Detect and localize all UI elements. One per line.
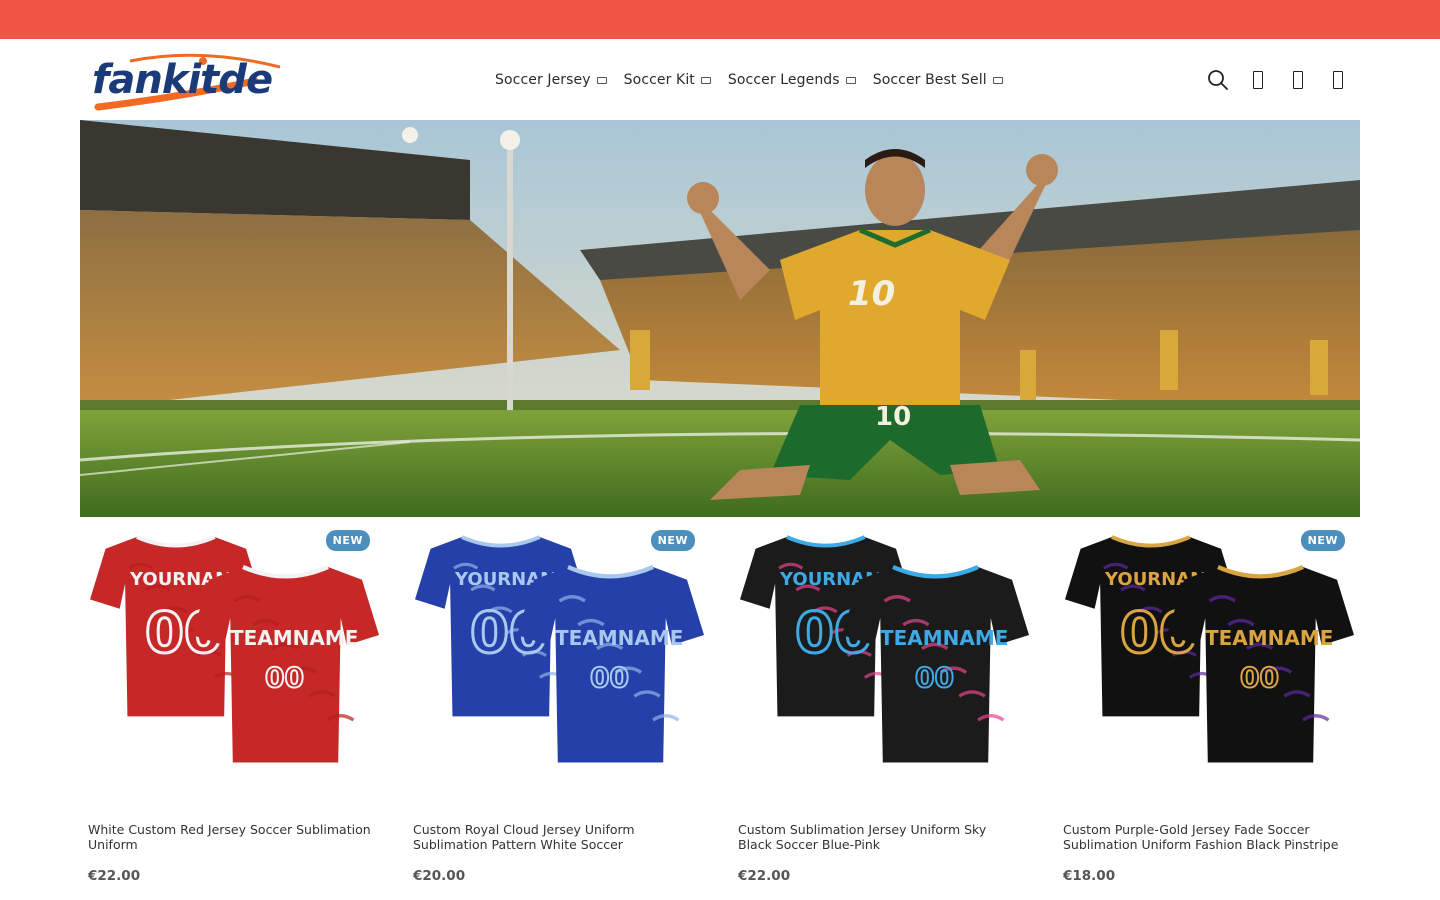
product-title[interactable]: Custom Royal Cloud Jersey Uniform Sublim… [413, 822, 697, 854]
product-image[interactable]: YOURNAME 00 TEAMNAME 00 [1055, 527, 1355, 810]
header-actions [1190, 39, 1350, 120]
jersey-illustration: YOURNAME00 TEAMNAME00 [90, 535, 379, 763]
wishlist-button[interactable] [1286, 68, 1310, 92]
jersey-pattern [327, 714, 355, 722]
jersey-number-text: 00 [590, 661, 629, 694]
jersey-illustration: YOURNAME00 TEAMNAME00 [740, 535, 1029, 763]
nav-item-soccer-kit[interactable]: Soccer Kit [624, 72, 711, 88]
nav-label: Soccer Best Sell [872, 71, 987, 88]
chevron-down-icon [700, 77, 711, 84]
product-card[interactable]: YOURNAME 00 TEAMNAME 00 NEW White Custom Re… [80, 527, 380, 884]
nav-label: Soccer Legends [727, 71, 840, 88]
site-header: fankitde Soccer Jersey Soccer Kit Soccer… [0, 39, 1440, 120]
nav-label: Soccer Jersey [495, 71, 591, 88]
jersey-illustration: YOURNAME00 TEAMNAME00 [1065, 535, 1354, 763]
jersey-number-text: 00 [915, 661, 954, 694]
jersey-number-text: 00 [1240, 661, 1279, 694]
hero-banner[interactable]: 10 10 [80, 120, 1360, 517]
wishlist-icon [1293, 70, 1303, 89]
jersey-team-text: TEAMNAME [1205, 626, 1333, 650]
nav-item-soccer-legends[interactable]: Soccer Legends [728, 72, 856, 88]
brand-wordmark: fankitde [92, 57, 272, 103]
jersey-illustration: YOURNAME00 TEAMNAME00 [415, 535, 704, 763]
jersey-team-text: TEAMNAME [555, 626, 683, 650]
product-card[interactable]: YOURNAME 00 TEAMNAME 00 NEW Custom Royal Cl… [405, 527, 705, 884]
product-image[interactable]: YOURNAME 00 TEAMNAME 00 [730, 527, 1030, 810]
new-badge: NEW [325, 530, 370, 551]
product-price: €22.00 [88, 868, 141, 884]
chevron-down-icon [845, 77, 856, 84]
brand-logo[interactable]: fankitde [90, 51, 285, 113]
hero-jersey-number: 10 [848, 274, 895, 314]
jersey-number-text: 00 [265, 661, 304, 694]
promo-bar [0, 0, 1440, 39]
product-image[interactable]: YOURNAME 00 TEAMNAME 00 [405, 527, 705, 810]
new-badge: NEW [1300, 530, 1345, 551]
product-price: €18.00 [1063, 868, 1116, 884]
product-card[interactable]: YOURNAME 00 TEAMNAME 00 NEW Custom Purple-G… [1055, 527, 1355, 884]
product-title[interactable]: Custom Sublimation Jersey Uniform Sky Bl… [738, 822, 1022, 854]
product-title[interactable]: White Custom Red Jersey Soccer Sublimati… [88, 822, 372, 854]
product-image[interactable]: YOURNAME 00 TEAMNAME 00 [80, 527, 380, 810]
hero-shorts-number: 10 [875, 402, 911, 432]
nav-item-soccer-best-sell[interactable]: Soccer Best Sell [873, 72, 1003, 88]
jersey-team-text: TEAMNAME [880, 626, 1008, 650]
account-button[interactable] [1246, 68, 1270, 92]
search-button[interactable] [1206, 68, 1230, 92]
jersey-pattern [977, 714, 1005, 722]
new-badge: NEW [650, 530, 695, 551]
search-icon [1208, 69, 1228, 90]
cart-icon [1333, 70, 1343, 89]
product-title[interactable]: Custom Purple-Gold Jersey Fade Soccer Su… [1063, 822, 1347, 854]
product-price: €22.00 [738, 868, 791, 884]
main-nav: Soccer Jersey Soccer Kit Soccer Legends … [495, 39, 1020, 120]
product-grid: YOURNAME 00 TEAMNAME 00 NEW White Custom Re… [80, 527, 1360, 884]
product-price: €20.00 [413, 868, 466, 884]
nav-item-soccer-jersey[interactable]: Soccer Jersey [495, 72, 607, 88]
chevron-down-icon [596, 77, 607, 84]
user-icon [1253, 70, 1263, 89]
jersey-pattern [652, 714, 680, 722]
product-card[interactable]: YOURNAME 00 TEAMNAME 00 Custom Sublimation … [730, 527, 1030, 884]
nav-label: Soccer Kit [623, 71, 695, 88]
jersey-team-text: TEAMNAME [230, 626, 358, 650]
chevron-down-icon [992, 77, 1003, 84]
jersey-pattern [1302, 714, 1330, 722]
cart-button[interactable] [1326, 68, 1350, 92]
